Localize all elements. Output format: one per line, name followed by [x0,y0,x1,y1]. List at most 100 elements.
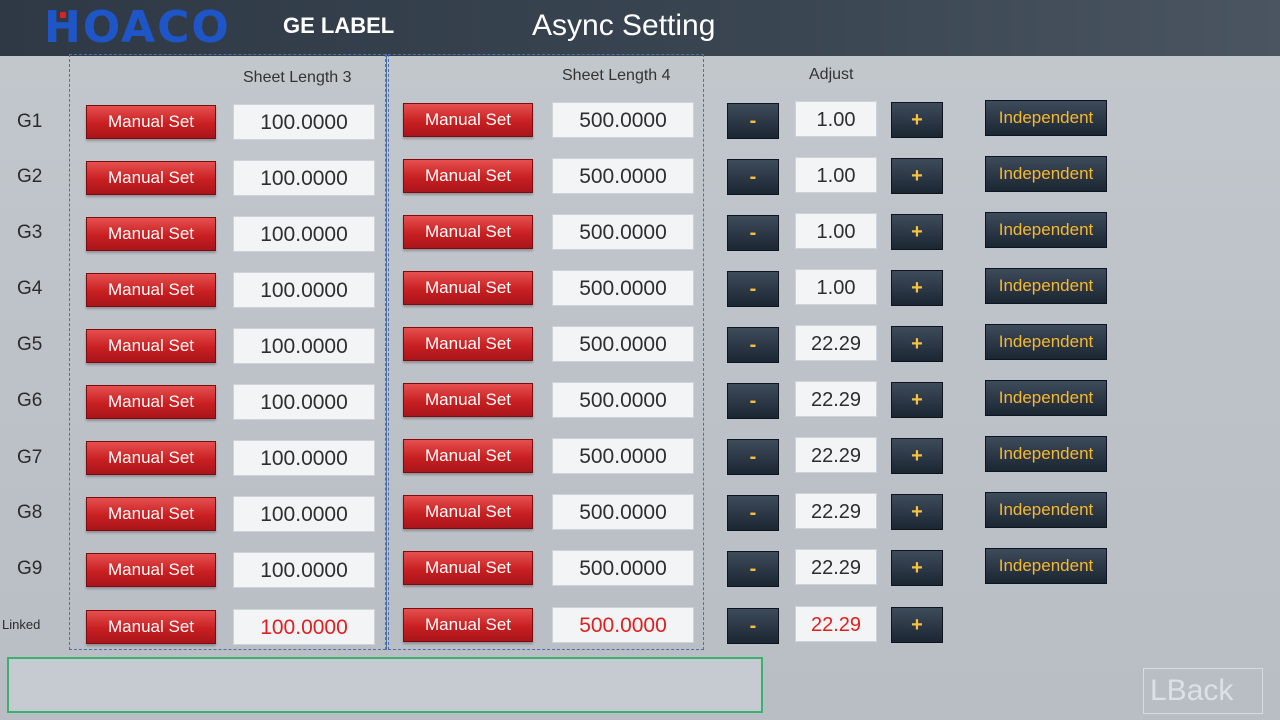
sheet3-length-field[interactable]: 100.0000 [233,496,375,532]
adjust-plus-button[interactable]: + [891,158,943,194]
row-label: G3 [17,222,43,243]
row-label: G6 [17,390,43,411]
adjust-minus-button[interactable]: - [727,383,779,419]
adjust-plus-button[interactable]: + [891,550,943,586]
sheet4-length-field[interactable]: 500.0000 [552,494,694,530]
adjust-plus-button[interactable]: + [891,270,943,306]
adjust-minus-button[interactable]: - [727,495,779,531]
adjust-value-field[interactable]: 22.29 [795,381,877,417]
manual-set-sheet3-button[interactable]: Manual Set [86,497,216,531]
adjust-minus-button[interactable]: - [727,327,779,363]
adjust-minus-button[interactable]: - [727,271,779,307]
adjust-minus-button[interactable]: - [727,103,779,139]
adjust-value-field[interactable]: 1.00 [795,157,877,193]
adjust-value-field[interactable]: 22.29 [795,606,877,642]
adjust-plus-button[interactable]: + [891,382,943,418]
manual-set-sheet4-button[interactable]: Manual Set [403,271,533,305]
sheet4-length-field[interactable]: 500.0000 [552,607,694,643]
sheet4-length-field[interactable]: 500.0000 [552,214,694,250]
row-label: G5 [17,334,43,355]
adjust-plus-button[interactable]: + [891,326,943,362]
sheet4-length-field[interactable]: 500.0000 [552,382,694,418]
manual-set-sheet3-button[interactable]: Manual Set [86,105,216,139]
row-label: G1 [17,111,43,132]
manual-set-sheet4-button[interactable]: Manual Set [403,383,533,417]
adjust-value-field[interactable]: 1.00 [795,269,877,305]
independent-button[interactable]: Independent [985,436,1107,472]
row-label: G9 [17,558,43,579]
sheet4-length-field[interactable]: 500.0000 [552,438,694,474]
manual-set-sheet4-button[interactable]: Manual Set [403,495,533,529]
manual-set-sheet3-button[interactable]: Manual Set [86,161,216,195]
manual-set-sheet4-button[interactable]: Manual Set [403,103,533,137]
adjust-plus-button[interactable]: + [891,438,943,474]
manual-set-sheet3-button[interactable]: Manual Set [86,217,216,251]
adjust-column-header: Adjust [809,66,854,83]
independent-button[interactable]: Independent [985,212,1107,248]
independent-button[interactable]: Independent [985,100,1107,136]
adjust-minus-button[interactable]: - [727,608,779,644]
app-subtitle: GE LABEL [283,13,395,38]
hoaco-logo: HOACO [44,2,231,53]
message-box [7,657,763,713]
sheet3-length-field[interactable]: 100.0000 [233,272,375,308]
adjust-plus-button[interactable]: + [891,102,943,138]
sheet3-length-field[interactable]: 100.0000 [233,609,375,645]
adjust-minus-button[interactable]: - [727,551,779,587]
column-divider [386,54,387,650]
manual-set-sheet4-button[interactable]: Manual Set [403,551,533,585]
adjust-value-field[interactable]: 22.29 [795,549,877,585]
sheet3-length-field[interactable]: 100.0000 [233,328,375,364]
sheet3-length-field[interactable]: 100.0000 [233,160,375,196]
adjust-value-field[interactable]: 1.00 [795,213,877,249]
sheet3-length-field[interactable]: 100.0000 [233,440,375,476]
row-label: Linked [2,617,41,632]
adjust-minus-button[interactable]: - [727,439,779,475]
manual-set-sheet4-button[interactable]: Manual Set [403,215,533,249]
independent-button[interactable]: Independent [985,548,1107,584]
independent-button[interactable]: Independent [985,380,1107,416]
manual-set-sheet3-button[interactable]: Manual Set [86,273,216,307]
sheet4-column-header: Sheet Length 4 [562,67,671,84]
adjust-plus-button[interactable]: + [891,494,943,530]
row-label: G4 [17,278,43,299]
sheet3-length-field[interactable]: 100.0000 [233,216,375,252]
row-label: G8 [17,502,43,523]
manual-set-sheet4-button[interactable]: Manual Set [403,327,533,361]
sheet4-length-field[interactable]: 500.0000 [552,102,694,138]
sheet4-length-field[interactable]: 500.0000 [552,158,694,194]
adjust-value-field[interactable]: 22.29 [795,437,877,473]
row-label: G2 [17,166,43,187]
independent-button[interactable]: Independent [985,156,1107,192]
manual-set-sheet4-button[interactable]: Manual Set [403,439,533,473]
adjust-minus-button[interactable]: - [727,215,779,251]
header-bar: HOACO GE LABEL Async Setting [0,0,1280,56]
back-button[interactable]: LBack [1143,668,1263,714]
independent-button[interactable]: Independent [985,492,1107,528]
independent-button[interactable]: Independent [985,324,1107,360]
independent-button[interactable]: Independent [985,268,1107,304]
sheet4-length-field[interactable]: 500.0000 [552,326,694,362]
adjust-value-field[interactable]: 1.00 [795,101,877,137]
row-label: G7 [17,447,43,468]
sheet3-column-header: Sheet Length 3 [243,69,352,86]
manual-set-sheet4-button[interactable]: Manual Set [403,159,533,193]
manual-set-sheet3-button[interactable]: Manual Set [86,610,216,644]
sheet3-length-field[interactable]: 100.0000 [233,384,375,420]
manual-set-sheet3-button[interactable]: Manual Set [86,553,216,587]
logo-dot-icon [60,12,66,18]
page-title: Async Setting [532,9,716,42]
sheet3-length-field[interactable]: 100.0000 [233,552,375,588]
manual-set-sheet3-button[interactable]: Manual Set [86,329,216,363]
adjust-value-field[interactable]: 22.29 [795,325,877,361]
manual-set-sheet4-button[interactable]: Manual Set [403,608,533,642]
adjust-plus-button[interactable]: + [891,607,943,643]
sheet4-length-field[interactable]: 500.0000 [552,270,694,306]
adjust-plus-button[interactable]: + [891,214,943,250]
manual-set-sheet3-button[interactable]: Manual Set [86,441,216,475]
sheet3-length-field[interactable]: 100.0000 [233,104,375,140]
manual-set-sheet3-button[interactable]: Manual Set [86,385,216,419]
sheet4-length-field[interactable]: 500.0000 [552,550,694,586]
adjust-minus-button[interactable]: - [727,159,779,195]
adjust-value-field[interactable]: 22.29 [795,493,877,529]
